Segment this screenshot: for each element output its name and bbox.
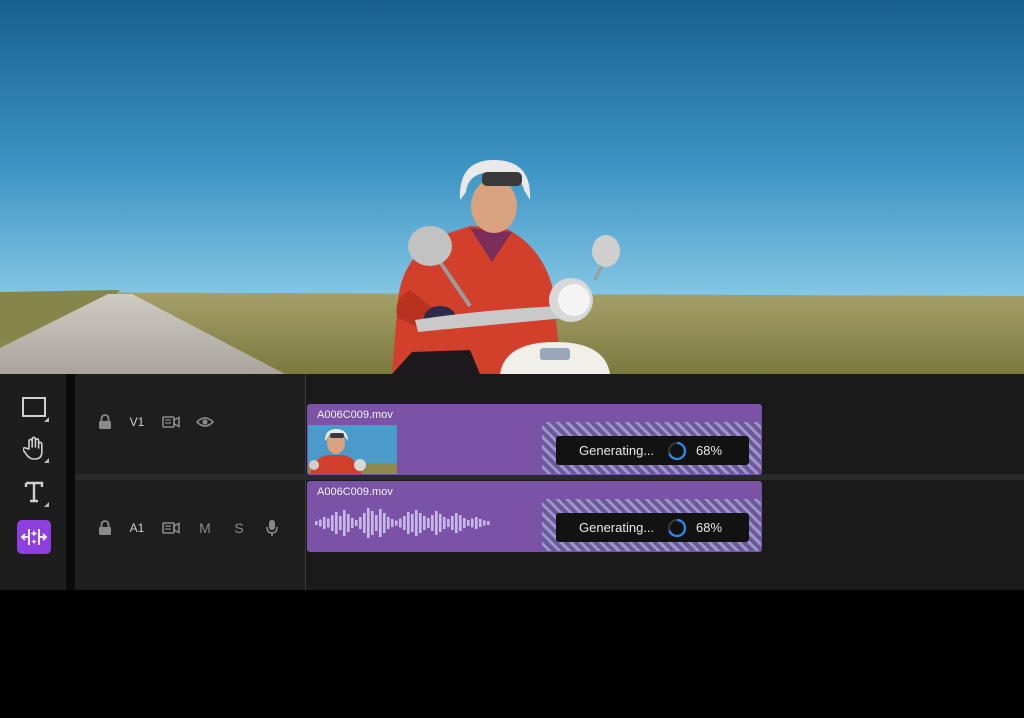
progress-percent: 68% — [696, 443, 723, 458]
spinner-icon — [668, 441, 687, 461]
tool-bar — [0, 374, 66, 590]
audio-waveform — [315, 508, 490, 538]
lock-icon[interactable] — [95, 407, 115, 437]
track-label-v1[interactable]: V1 — [125, 407, 149, 437]
status-text: Generating... — [579, 443, 655, 458]
track-label-a1[interactable]: A1 — [125, 513, 149, 543]
toolbar-divider — [66, 374, 75, 590]
eye-icon[interactable] — [195, 407, 215, 437]
hand-tool[interactable] — [17, 431, 51, 465]
timeline-panel: V1 A1 M S A006C009.mov Generating... 68%… — [0, 374, 1024, 590]
clip-thumbnail — [308, 425, 397, 474]
clip-name: A006C009.mov — [317, 409, 393, 421]
rectangle-icon — [22, 397, 46, 417]
solo-button[interactable]: S — [229, 513, 249, 543]
video-clip[interactable]: A006C009.mov Generating... 68% — [307, 404, 762, 475]
spinner-icon — [668, 518, 687, 538]
progress-percent: 68% — [696, 520, 723, 535]
extend-icon — [21, 529, 47, 545]
generative-extend-tool[interactable] — [17, 520, 51, 554]
generation-progress: Generating... 68% — [556, 436, 749, 465]
microphone-icon[interactable] — [262, 513, 282, 543]
generation-progress: Generating... 68% — [556, 513, 749, 542]
audio-clip[interactable]: A006C009.mov Generating... 68% — [307, 481, 762, 552]
mute-button[interactable]: M — [195, 513, 215, 543]
timeline-edge — [305, 374, 306, 590]
selection-tool[interactable] — [17, 390, 51, 424]
audio-track-header: A1 M S — [75, 513, 305, 543]
video-track-header: V1 — [75, 407, 305, 437]
video-preview — [0, 0, 1024, 374]
lock-icon[interactable] — [95, 513, 115, 543]
camera-icon[interactable] — [161, 513, 181, 543]
text-icon — [24, 481, 44, 503]
clip-name: A006C009.mov — [317, 486, 393, 498]
track-headers: V1 A1 M S — [75, 374, 305, 590]
video-frame — [0, 0, 1024, 374]
type-tool[interactable] — [17, 475, 51, 509]
hand-icon — [23, 436, 43, 460]
camera-icon[interactable] — [161, 407, 181, 437]
status-text: Generating... — [579, 520, 655, 535]
